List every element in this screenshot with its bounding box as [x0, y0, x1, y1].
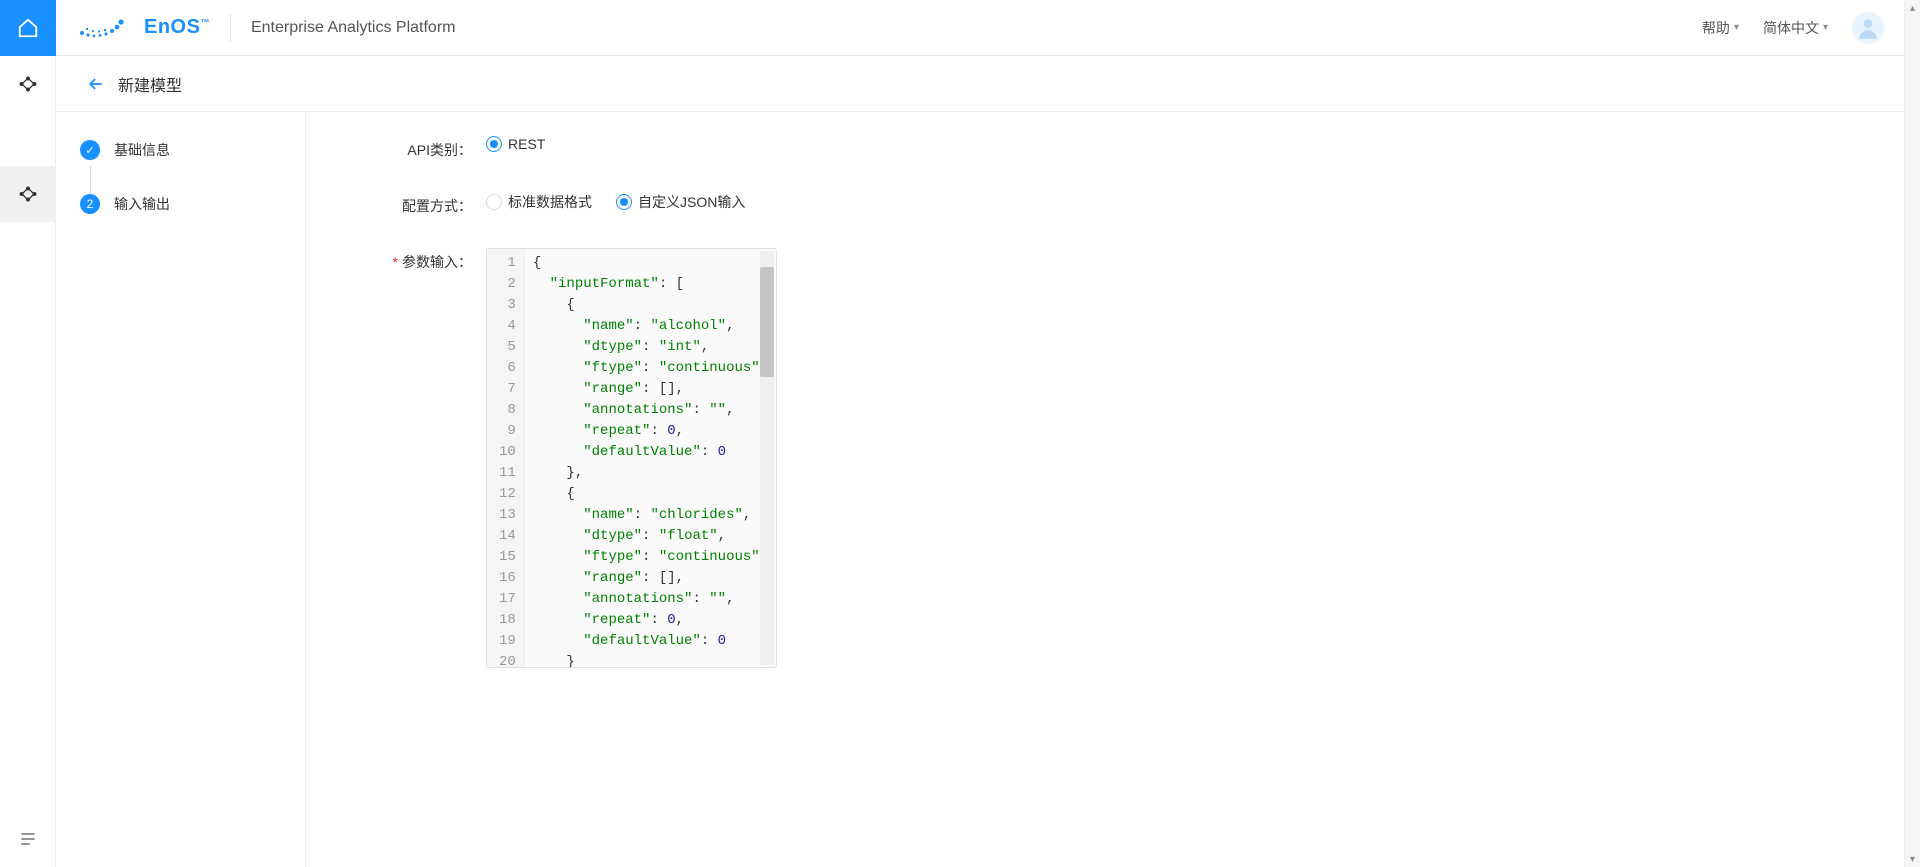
help-dropdown[interactable]: 帮助 ▾: [1702, 18, 1739, 38]
platform-name: Enterprise Analytics Platform: [251, 19, 456, 37]
brand-tm: ™: [200, 17, 210, 27]
config-mode-label: 配置方式：: [306, 192, 486, 216]
step-io[interactable]: 2 输入输出: [80, 194, 281, 214]
home-icon: [17, 17, 39, 39]
radio-label: 自定义JSON输入: [638, 192, 745, 212]
menu-collapse-icon: [18, 829, 38, 849]
rail-home-button[interactable]: [0, 0, 56, 56]
main-column: EnOS™ Enterprise Analytics Platform 帮助 ▾…: [56, 0, 1904, 867]
step-label: 输入输出: [114, 194, 170, 214]
json-editor[interactable]: 1234567891011121314151617181920 { "input…: [486, 248, 777, 668]
user-icon: [1855, 15, 1881, 41]
step-connector: [90, 166, 91, 194]
api-type-label: API类别：: [306, 136, 486, 160]
param-input-label: *参数输入：: [306, 248, 486, 272]
radio-label: REST: [508, 136, 545, 152]
help-label: 帮助: [1702, 18, 1730, 38]
radio-api-rest[interactable]: REST: [486, 136, 545, 152]
chevron-down-icon: ▾: [1823, 22, 1828, 33]
language-dropdown[interactable]: 简体中文 ▾: [1763, 18, 1828, 38]
topbar: EnOS™ Enterprise Analytics Platform 帮助 ▾…: [56, 0, 1904, 56]
row-param-input: *参数输入： 1234567891011121314151617181920 {…: [306, 248, 1826, 668]
avatar[interactable]: [1852, 12, 1884, 44]
radio-dot-icon: [486, 194, 502, 210]
divider: [230, 14, 231, 42]
rail-module-button-1[interactable]: [0, 56, 56, 112]
radio-dot-icon: [486, 136, 502, 152]
radio-standard-format[interactable]: 标准数据格式: [486, 192, 592, 212]
step-basic-info[interactable]: 基础信息: [80, 140, 281, 160]
scroll-up-icon[interactable]: ▴: [1905, 0, 1920, 16]
form-area: API类别： REST 配置方式：: [306, 112, 1904, 867]
content: 基础信息 2 输入输出 API类别： REST: [56, 112, 1904, 867]
molecule-icon: [17, 73, 39, 95]
brand[interactable]: EnOS™: [76, 16, 210, 39]
step-label: 基础信息: [114, 140, 170, 160]
subheader: 新建模型: [56, 56, 1904, 112]
brand-logo-icon: [76, 17, 136, 39]
back-button[interactable]: [86, 74, 106, 94]
radio-dot-icon: [616, 194, 632, 210]
editor-gutter: 1234567891011121314151617181920: [487, 249, 525, 667]
language-label: 简体中文: [1763, 18, 1819, 38]
step-number-badge: 2: [80, 194, 100, 214]
row-config-mode: 配置方式： 标准数据格式 自定义JSON输入: [306, 192, 1826, 216]
scroll-down-icon[interactable]: ▾: [1905, 851, 1920, 867]
chevron-down-icon: ▾: [1734, 22, 1739, 33]
radio-label: 标准数据格式: [508, 192, 592, 212]
editor-code[interactable]: { "inputFormat": [ { "name": "alcohol", …: [525, 249, 776, 667]
steps-sidebar: 基础信息 2 输入输出: [56, 112, 306, 867]
molecule-icon: [17, 183, 39, 205]
brand-text: EnOS: [144, 16, 200, 38]
radio-custom-json[interactable]: 自定义JSON输入: [616, 192, 745, 212]
page-scrollbar[interactable]: ▴ ▾: [1904, 0, 1920, 867]
page-title: 新建模型: [118, 72, 182, 96]
rail-module-button-2[interactable]: [0, 166, 56, 222]
left-rail: [0, 0, 56, 867]
row-api-type: API类别： REST: [306, 136, 1826, 160]
check-icon: [80, 140, 100, 160]
arrow-left-icon: [86, 74, 106, 94]
rail-collapse-button[interactable]: [0, 811, 56, 867]
editor-scrollbar-thumb[interactable]: [760, 267, 774, 377]
